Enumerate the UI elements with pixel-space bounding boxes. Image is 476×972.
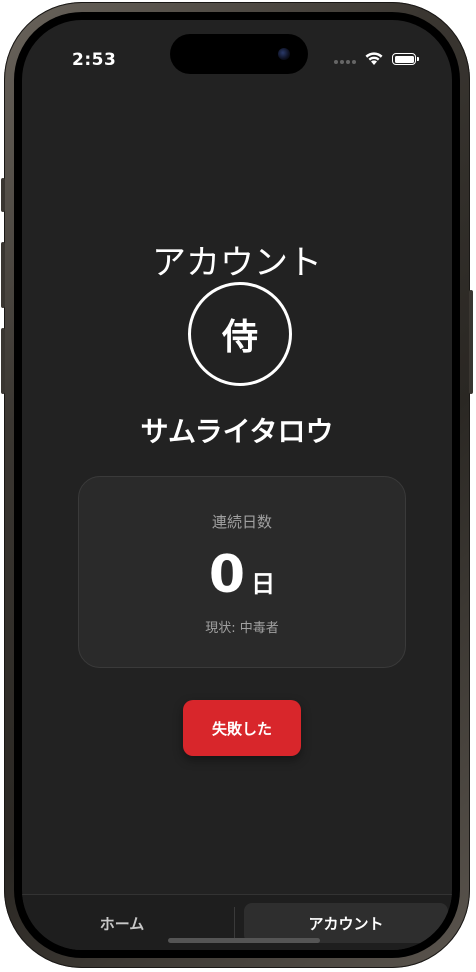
fail-button[interactable]: 失敗した (183, 700, 301, 756)
phone-bezel: 2:53 アカウント 侍 サムライタロウ 連続日数 0 日 現状: 中毒者 失敗… (14, 12, 460, 958)
volume-up-button (1, 242, 5, 308)
streak-value-row: 0日 (79, 545, 405, 605)
action-button (1, 178, 5, 212)
phone-frame: 2:53 アカウント 侍 サムライタロウ 連続日数 0 日 現状: 中毒者 失敗… (1, 2, 473, 968)
status-bar: 2:53 (22, 20, 452, 80)
battery-icon (392, 53, 419, 65)
streak-unit: 日 (251, 570, 276, 598)
app-screen: 2:53 アカウント 侍 サムライタロウ 連続日数 0 日 現状: 中毒者 失敗… (22, 20, 452, 950)
wifi-icon (365, 52, 383, 65)
front-camera (278, 48, 290, 60)
streak-card: 連続日数 0日 現状: 中毒者 (78, 476, 406, 668)
avatar: 侍 (188, 282, 292, 386)
username: サムライタロウ (140, 415, 334, 448)
volume-down-button (1, 328, 5, 394)
home-indicator[interactable] (168, 938, 320, 943)
streak-label: 連続日数 (211, 513, 272, 531)
tab-home[interactable]: ホーム (32, 903, 212, 943)
tab-divider (234, 907, 235, 941)
streak-status: 現状: 中毒者 (205, 621, 279, 636)
page-title: アカウント (152, 243, 322, 283)
dynamic-island (170, 34, 308, 74)
power-button (469, 290, 473, 394)
status-time: 2:53 (72, 50, 117, 70)
cellular-signal-icon (334, 60, 356, 64)
streak-count: 0 (208, 545, 246, 605)
avatar-text: 侍 (221, 317, 258, 358)
tab-account[interactable]: アカウント (244, 903, 448, 943)
